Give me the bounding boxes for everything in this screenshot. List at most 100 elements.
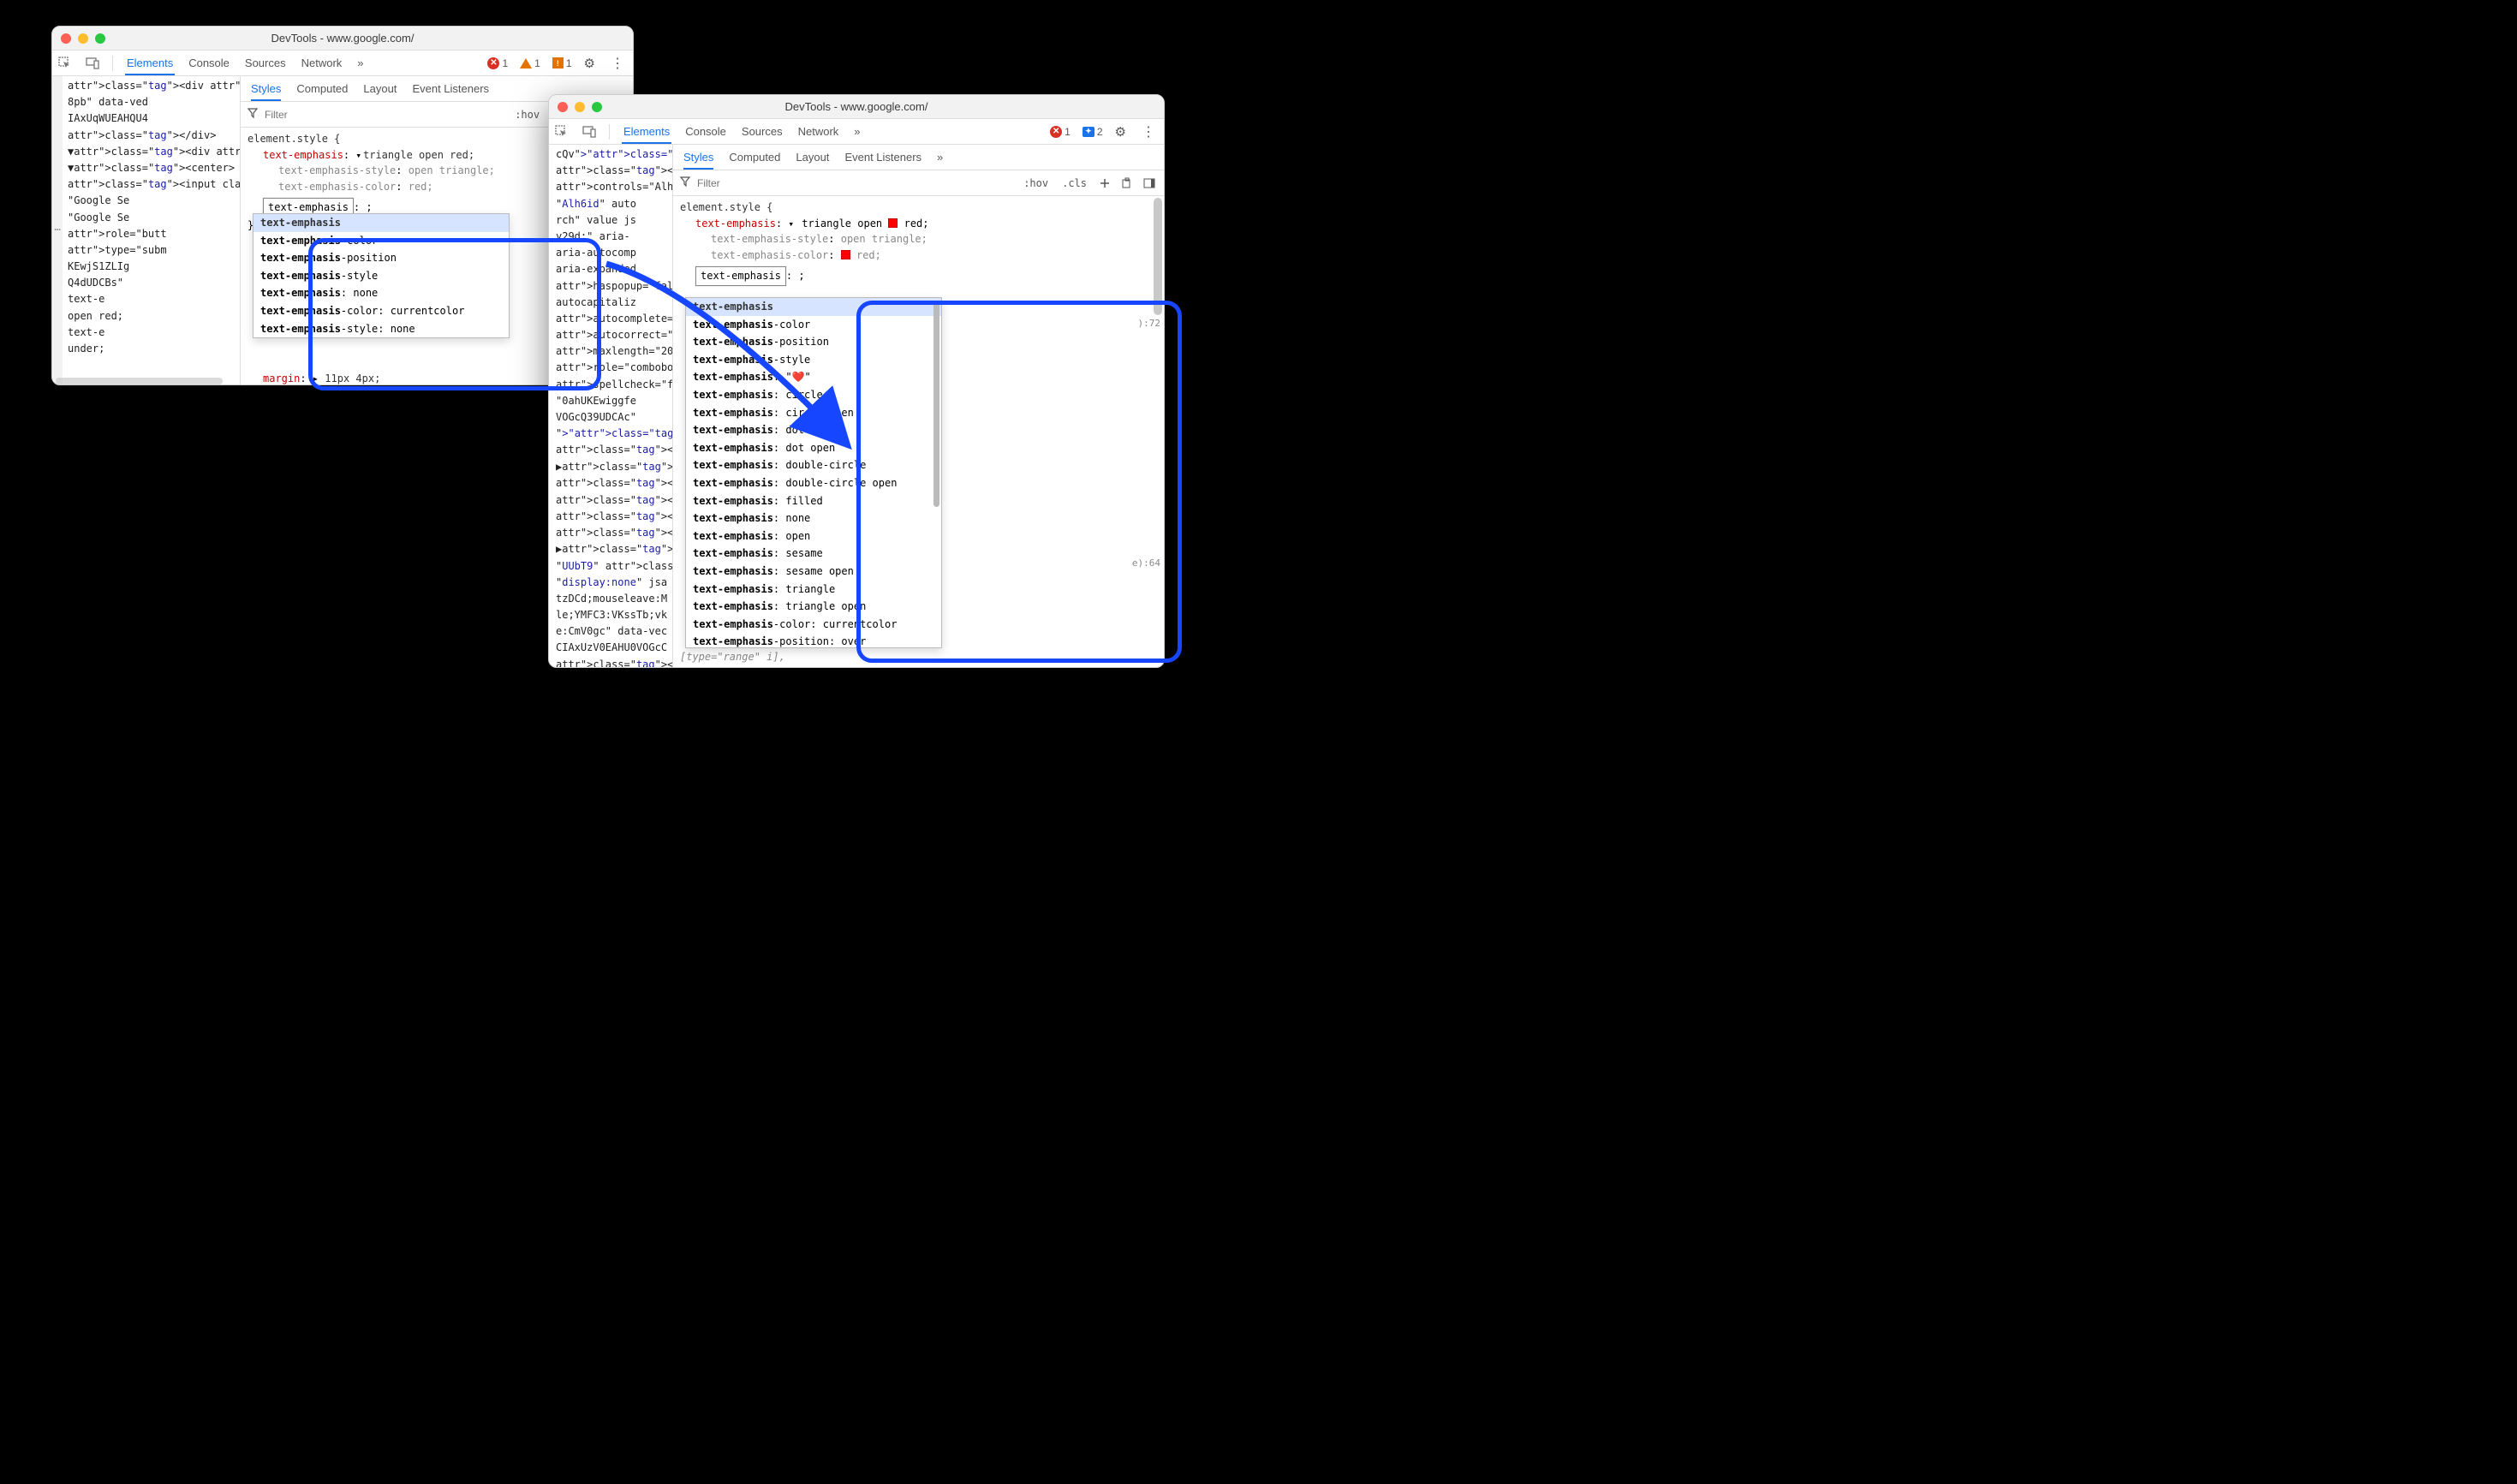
autocomplete-item[interactable]: text-emphasis-style (686, 351, 941, 369)
dom-node[interactable]: attr">haspopup="fal (556, 278, 672, 295)
tabs-overflow[interactable]: » (852, 125, 862, 138)
kebab-icon[interactable]: ⋮ (1138, 123, 1159, 140)
autocomplete-item[interactable]: text-emphasis: double-circle open (686, 474, 941, 492)
dom-node[interactable]: attr">role="butt (68, 226, 240, 242)
dom-node[interactable]: "UUbT9" attr">class="UUb (556, 558, 672, 575)
autocomplete-item[interactable]: text-emphasis-position (686, 333, 941, 351)
color-swatch-red[interactable] (888, 218, 898, 228)
tab-console[interactable]: Console (683, 125, 728, 138)
autocomplete-item[interactable]: text-emphasis: triangle (686, 581, 941, 599)
vertical-scrollbar[interactable] (933, 301, 939, 644)
autocomplete-item[interactable]: text-emphasis: circle (686, 386, 941, 404)
dom-node[interactable]: ▼attr">class="tag"><div attr">class="F (68, 144, 240, 160)
error-count[interactable]: ✕1 (1050, 126, 1071, 138)
dom-node[interactable]: e:CmV0gc" data-vec (556, 623, 672, 640)
autocomplete-item[interactable]: text-emphasis (686, 298, 941, 316)
subtab-events[interactable]: Event Listeners (844, 151, 922, 164)
subtabs-overflow[interactable]: » (937, 151, 943, 164)
dom-node[interactable]: "Google Se (68, 193, 240, 209)
dom-tree-pane[interactable]: ⋯ attr">class="tag"><div attr">jsname=8p… (52, 76, 241, 384)
subtab-layout[interactable]: Layout (363, 82, 397, 95)
autocomplete-item[interactable]: text-emphasis-position: over (686, 633, 941, 648)
horizontal-scrollbar[interactable] (56, 378, 223, 384)
dom-node[interactable]: ▶attr">class="tag"><div attr">class="fM (556, 459, 672, 475)
dom-node[interactable]: ▶attr">class="tag"><div attr">jscontroll… (556, 541, 672, 557)
warning-count[interactable]: 1 (520, 57, 540, 69)
add-rule-icon[interactable] (1097, 176, 1112, 191)
message-count[interactable]: ✦2 (1083, 126, 1103, 138)
color-swatch-red[interactable] (841, 250, 850, 259)
dom-node[interactable]: attr">autocorrect=" (556, 327, 672, 343)
dom-node[interactable]: aria-expanded (556, 261, 672, 277)
gear-icon[interactable]: ⚙ (584, 56, 595, 71)
subtab-computed[interactable]: Computed (729, 151, 780, 164)
dom-node[interactable]: "0ahUKEwiggfe (556, 393, 672, 409)
tab-sources[interactable]: Sources (740, 125, 784, 138)
device-toolbar-icon[interactable] (582, 124, 597, 140)
autocomplete-item[interactable]: text-emphasis (253, 214, 509, 232)
dom-node[interactable]: attr">class="tag"></div> flex (556, 475, 672, 492)
filter-input[interactable] (697, 177, 1013, 189)
panel-right-icon[interactable] (1142, 176, 1157, 191)
titlebar[interactable]: DevTools - www.google.com/ (549, 95, 1164, 119)
kebab-icon[interactable]: ⋮ (607, 55, 628, 72)
subtab-styles[interactable]: Styles (683, 151, 713, 170)
autocomplete-item[interactable]: text-emphasis: dot open (686, 439, 941, 457)
subtab-layout[interactable]: Layout (796, 151, 829, 164)
autocomplete-item[interactable]: text-emphasis: double-circle (686, 456, 941, 474)
autocomplete-item[interactable]: text-emphasis: dot (686, 421, 941, 439)
dom-node[interactable]: ">"attr">class="tag"></textar (556, 426, 672, 442)
css-property-edit-input[interactable]: text-emphasis (695, 266, 786, 286)
dom-node[interactable]: Q4dUDCBs" (68, 275, 240, 291)
filter-input[interactable] (265, 109, 504, 121)
autocomplete-item[interactable]: text-emphasis: filled (686, 492, 941, 510)
dom-node[interactable]: under; (68, 341, 240, 357)
dom-node[interactable]: attr">class="tag"></div> (556, 492, 672, 509)
dom-node[interactable]: text-e (68, 325, 240, 341)
dom-node[interactable]: attr">autocomplete= (556, 311, 672, 327)
tab-elements[interactable]: Elements (622, 125, 671, 144)
dom-node[interactable]: autocapitaliz (556, 295, 672, 311)
subtab-events[interactable]: Event Listeners (412, 82, 489, 95)
dom-node[interactable]: CIAxUzV0EAHU0VOGcC (556, 640, 672, 656)
titlebar[interactable]: DevTools - www.google.com/ (52, 27, 633, 51)
info-count[interactable]: !1 (552, 57, 572, 69)
breadcrumb-bar[interactable]: ◀ 9FBc center input.gNO89b ▶ (549, 667, 1164, 668)
dom-node[interactable]: attr">class="tag"></div> (556, 442, 672, 458)
dom-node[interactable]: attr">class="tag"></div> (556, 525, 672, 541)
copy-styles-icon[interactable] (1119, 176, 1135, 191)
autocomplete-item[interactable]: text-emphasis-style (253, 267, 509, 285)
autocomplete-popup[interactable]: text-emphasistext-emphasis-colortext-emp… (685, 297, 942, 648)
dom-node[interactable]: "Alh6id" auto (556, 196, 672, 212)
dom-node[interactable]: 8pb" data-ved (68, 94, 240, 110)
tab-network[interactable]: Network (300, 57, 344, 69)
dom-node[interactable]: open red; (68, 308, 240, 325)
autocomplete-item[interactable]: text-emphasis: sesame (686, 545, 941, 563)
dom-node[interactable]: attr">controls="Alh (556, 179, 672, 195)
dom-node[interactable]: text-e (68, 291, 240, 307)
hov-button[interactable]: :hov (511, 107, 543, 122)
breadcrumb-bar[interactable]: ◀ center input.gNO89b ▶ (52, 384, 633, 385)
error-count[interactable]: ✕1 (487, 57, 508, 69)
tab-console[interactable]: Console (187, 57, 231, 69)
autocomplete-item[interactable]: text-emphasis: triangle open (686, 598, 941, 616)
autocomplete-item[interactable]: text-emphasis-position (253, 249, 509, 267)
autocomplete-item[interactable]: text-emphasis: circle open (686, 404, 941, 422)
dom-node[interactable]: IAxUqWUEAHQU4 (68, 110, 240, 127)
dom-node[interactable]: attr">maxlength="20 (556, 343, 672, 360)
dom-node[interactable]: VOGcQ39UDCAc" (556, 409, 672, 426)
autocomplete-item[interactable]: text-emphasis-color (686, 316, 941, 334)
inspect-icon[interactable] (57, 56, 73, 71)
dom-node[interactable]: rch" value js (556, 212, 672, 229)
autocomplete-item[interactable]: text-emphasis-color (253, 232, 509, 250)
dom-node[interactable]: attr">type="subm (68, 242, 240, 259)
cls-button[interactable]: .cls (1059, 176, 1090, 191)
dom-node[interactable]: attr">class="tag"></div> (556, 509, 672, 525)
autocomplete-item[interactable]: text-emphasis: none (253, 284, 509, 302)
autocomplete-item[interactable]: text-emphasis: sesame open (686, 563, 941, 581)
dom-node[interactable]: "display:none" jsa (556, 575, 672, 591)
dom-node[interactable]: attr">class="tag"><input cla (68, 176, 240, 193)
tab-sources[interactable]: Sources (243, 57, 288, 69)
dom-node[interactable]: attr">role="combobo (556, 360, 672, 376)
dom-node[interactable]: tzDCd;mouseleave:M (556, 591, 672, 607)
